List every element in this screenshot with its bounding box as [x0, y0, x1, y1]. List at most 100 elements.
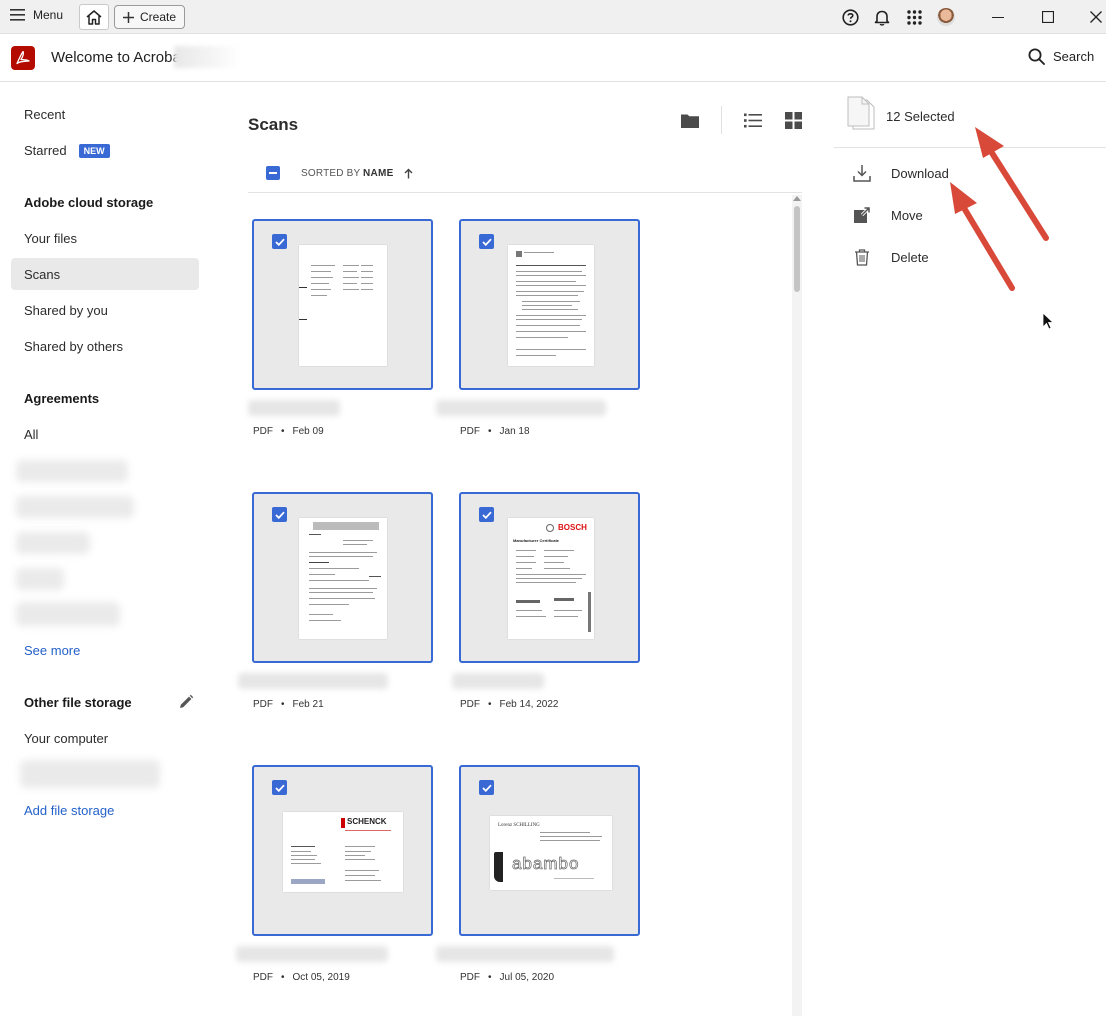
menu-button[interactable]: Menu: [10, 8, 63, 22]
download-label: Download: [891, 165, 949, 181]
redacted-nav-item[interactable]: [16, 568, 64, 590]
maximize-button[interactable]: [1039, 8, 1057, 26]
home-icon: [86, 9, 102, 25]
redacted-storage-item[interactable]: [20, 760, 160, 788]
redacted-nav-item[interactable]: [16, 460, 128, 482]
file-type: PDF: [460, 699, 480, 710]
notifications-button[interactable]: [872, 7, 892, 27]
file-meta: PDF • Jul 05, 2020: [460, 972, 555, 983]
file-type: PDF: [460, 972, 480, 983]
create-button[interactable]: Create: [114, 5, 186, 29]
toolbar-divider: [721, 106, 722, 134]
file-name-redacted[interactable]: [452, 673, 544, 689]
file-checkbox[interactable]: [272, 234, 287, 249]
file-thumbnail: [299, 245, 387, 366]
file-type: PDF: [253, 972, 273, 983]
checkmark-icon: [274, 784, 285, 792]
help-icon: [841, 8, 859, 26]
sorted-by-label: SORTED BY: [301, 168, 361, 179]
list-view-icon: [744, 113, 762, 127]
file-type: PDF: [253, 699, 273, 710]
checkmark-icon: [274, 511, 285, 519]
other-storage-heading: Other file storage: [24, 695, 132, 710]
sort-field-button[interactable]: NAME: [363, 168, 394, 179]
file-checkbox[interactable]: [272, 780, 287, 795]
avatar[interactable]: [937, 8, 955, 26]
checkmark-icon: [481, 784, 492, 792]
cloud-storage-heading: Adobe cloud storage: [24, 195, 154, 210]
file-checkbox[interactable]: [479, 234, 494, 249]
file-card[interactable]: SCHENCK: [252, 765, 433, 936]
file-type: PDF: [253, 426, 273, 437]
selection-panel: 12 Selected Download Move Delete: [832, 82, 1106, 1016]
minimize-button[interactable]: [989, 8, 1007, 26]
redacted-nav-item[interactable]: [16, 532, 90, 554]
nav-recent[interactable]: Recent: [24, 107, 65, 122]
delete-label: Delete: [891, 249, 929, 265]
file-meta: PDF • Oct 05, 2019: [253, 972, 350, 983]
scroll-up-arrow[interactable]: [793, 196, 801, 201]
file-meta: PDF • Feb 21: [253, 699, 324, 710]
delete-action[interactable]: Delete: [852, 247, 929, 267]
file-checkbox[interactable]: [272, 507, 287, 522]
redacted-nav-item[interactable]: [16, 496, 134, 518]
menu-label: Menu: [33, 8, 64, 22]
help-button[interactable]: [840, 7, 860, 27]
app-header: Welcome to Acrobat, Search: [0, 34, 1106, 82]
grid-view-icon: [784, 111, 802, 129]
hamburger-icon: [10, 9, 25, 21]
new-folder-button[interactable]: [680, 110, 700, 130]
checkmark-icon: [274, 238, 285, 246]
nav-scans[interactable]: Scans: [24, 267, 60, 282]
list-view-button[interactable]: [743, 110, 763, 130]
select-all-checkbox[interactable]: [266, 166, 280, 180]
scrollbar-track[interactable]: [792, 195, 802, 1016]
file-card[interactable]: BOSCH Manufacturer Certificate: [459, 492, 640, 663]
file-thumbnail: Lorenz SCHILLING abambo: [490, 816, 612, 890]
file-name-redacted[interactable]: [236, 946, 388, 962]
redacted-nav-item[interactable]: [16, 602, 120, 626]
nav-shared-by-others[interactable]: Shared by others: [24, 339, 123, 354]
download-icon: [852, 163, 872, 183]
file-card[interactable]: [252, 219, 433, 390]
file-card[interactable]: [459, 219, 640, 390]
scrollbar-thumb[interactable]: [794, 206, 800, 292]
certificate-title: Manufacturer Certificate: [513, 538, 560, 543]
download-action[interactable]: Download: [852, 163, 949, 183]
nav-starred[interactable]: Starred NEW: [24, 143, 110, 158]
file-card[interactable]: Lorenz SCHILLING abambo: [459, 765, 640, 936]
search-button[interactable]: Search: [1028, 48, 1094, 65]
pencil-icon: [180, 694, 194, 708]
nav-starred-label: Starred: [24, 143, 67, 158]
apps-button[interactable]: [904, 7, 924, 27]
abambo-logo-text: abambo: [512, 854, 580, 874]
move-action[interactable]: Move: [852, 205, 923, 225]
see-more-link[interactable]: See more: [24, 643, 80, 658]
search-icon: [1028, 48, 1045, 65]
acrobat-logo-icon: [16, 50, 30, 65]
selected-count: 12 Selected: [886, 109, 955, 124]
file-thumbnail: BOSCH Manufacturer Certificate: [508, 518, 594, 639]
close-button[interactable]: [1087, 8, 1105, 26]
nav-your-files[interactable]: Your files: [24, 231, 77, 246]
file-name-redacted[interactable]: [436, 946, 614, 962]
file-name-redacted[interactable]: [238, 673, 388, 689]
panel-divider: [834, 147, 1106, 148]
nav-your-computer[interactable]: Your computer: [24, 731, 108, 746]
folder-icon: [681, 114, 699, 128]
nav-shared-by-you[interactable]: Shared by you: [24, 303, 108, 318]
nav-all-agreements[interactable]: All: [24, 427, 38, 442]
file-card[interactable]: [252, 492, 433, 663]
create-label: Create: [140, 10, 177, 24]
file-checkbox[interactable]: [479, 507, 494, 522]
sort-direction-button[interactable]: [404, 166, 413, 184]
file-name-redacted[interactable]: [248, 400, 340, 416]
file-checkbox[interactable]: [479, 780, 494, 795]
add-file-storage-link[interactable]: Add file storage: [24, 803, 114, 818]
file-name-redacted[interactable]: [436, 400, 606, 416]
home-button[interactable]: [79, 4, 109, 30]
file-meta: PDF • Feb 14, 2022: [460, 699, 559, 710]
edit-storage-button[interactable]: [178, 694, 194, 715]
apps-grid-icon: [906, 9, 922, 25]
grid-view-button[interactable]: [783, 110, 803, 130]
